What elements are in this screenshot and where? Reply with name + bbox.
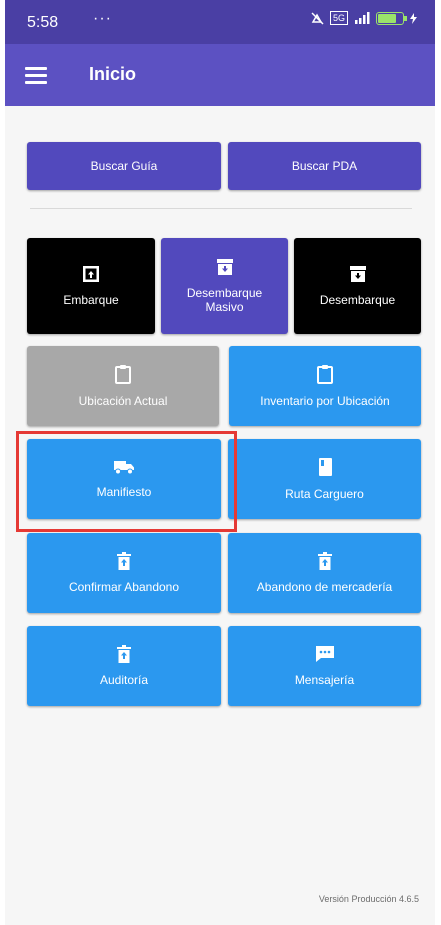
tile-label: Confirmar Abandono bbox=[68, 580, 180, 594]
battery-icon bbox=[376, 11, 407, 25]
tile-label: Ubicación Actual bbox=[78, 394, 168, 408]
message-icon bbox=[315, 646, 334, 662]
signal-icon bbox=[355, 12, 370, 24]
clipboard-icon bbox=[115, 365, 131, 384]
status-indicators: 5G bbox=[311, 11, 417, 25]
mute-icon bbox=[311, 11, 324, 25]
section-divider bbox=[30, 208, 412, 209]
tile-label: Auditoría bbox=[99, 673, 149, 687]
book-icon bbox=[318, 458, 332, 476]
archive-down-icon bbox=[216, 259, 233, 275]
clipboard-icon bbox=[317, 365, 333, 384]
tile-label: Inventario por Ubicación bbox=[260, 394, 390, 408]
network-badge: 5G bbox=[329, 11, 348, 25]
tile-label: Desembarque bbox=[319, 293, 396, 307]
charging-icon bbox=[410, 12, 417, 24]
tile-label: Mensajería bbox=[294, 673, 355, 687]
tile-label: Desembarque Masivo bbox=[186, 286, 263, 314]
upload-box-icon bbox=[83, 266, 99, 282]
tile-ubicacion-actual[interactable]: Ubicación Actual bbox=[27, 346, 219, 426]
tile-embarque[interactable]: Embarque bbox=[27, 238, 155, 334]
tile-label: Abandono de mercadería bbox=[256, 580, 393, 594]
status-time: 5:58 bbox=[27, 14, 59, 31]
trash-icon bbox=[117, 552, 131, 570]
tile-auditoria[interactable]: Auditoría bbox=[27, 626, 221, 706]
buscar-pda-button[interactable]: Buscar PDA bbox=[228, 142, 421, 190]
page-title: Inicio bbox=[89, 64, 137, 84]
buscar-guia-button[interactable]: Buscar Guía bbox=[27, 142, 221, 190]
tile-mensajeria[interactable]: Mensajería bbox=[228, 626, 421, 706]
app-bar: Inicio bbox=[5, 44, 435, 106]
tile-desembarque-masivo[interactable]: Desembarque Masivo bbox=[161, 238, 288, 334]
archive-down-icon bbox=[349, 266, 366, 282]
status-bar: 5:58 ··· 5G bbox=[5, 0, 435, 44]
status-more-icon: ··· bbox=[93, 10, 112, 27]
trash-icon bbox=[117, 645, 131, 663]
highlight-box bbox=[16, 431, 237, 532]
tile-desembarque[interactable]: Desembarque bbox=[294, 238, 421, 334]
buscar-pda-label: Buscar PDA bbox=[291, 159, 358, 173]
tile-inventario-por-ubicacion[interactable]: Inventario por Ubicación bbox=[229, 346, 421, 426]
tile-label: Embarque bbox=[63, 293, 119, 307]
tile-confirmar-abandono[interactable]: Confirmar Abandono bbox=[27, 533, 221, 613]
trash-icon bbox=[317, 552, 332, 570]
version-text: Versión Producción 4.6.5 bbox=[318, 894, 419, 904]
tile-ruta-carguero[interactable]: Ruta Carguero bbox=[228, 439, 421, 519]
hamburger-menu-icon[interactable] bbox=[25, 67, 47, 84]
tile-abandono-de-mercaderia[interactable]: Abandono de mercadería bbox=[228, 533, 421, 613]
buscar-guia-label: Buscar Guía bbox=[90, 159, 158, 173]
tile-label: Ruta Carguero bbox=[285, 487, 364, 501]
